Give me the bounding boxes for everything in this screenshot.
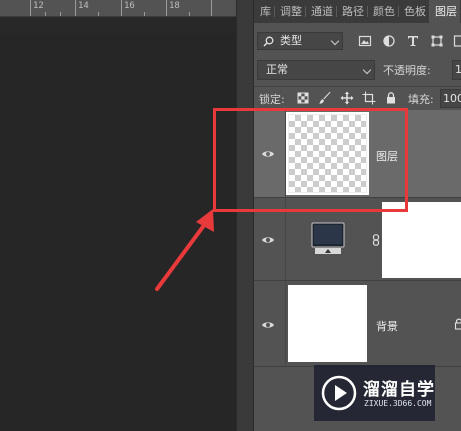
document-canvas-area[interactable]: 12 14 16 18 bbox=[0, 0, 236, 431]
logo-icon bbox=[321, 375, 357, 411]
panel-dock-divider[interactable] bbox=[236, 0, 254, 431]
ruler-tick bbox=[98, 12, 99, 16]
lock-position-icon[interactable] bbox=[340, 91, 354, 105]
lock-transparent-icon[interactable] bbox=[296, 91, 310, 105]
eye-icon[interactable] bbox=[261, 318, 275, 332]
layer-filter-row: 类型 bbox=[254, 29, 461, 53]
layer-mask-thumbnail[interactable] bbox=[382, 202, 461, 278]
type-filter-icon[interactable] bbox=[406, 34, 420, 48]
ruler-tick bbox=[30, 0, 31, 16]
smart-object-filter-icon[interactable] bbox=[453, 34, 461, 48]
watermark-title: 溜溜自学 bbox=[363, 380, 435, 400]
canvas[interactable] bbox=[0, 33, 236, 431]
panel-tab-bar: 库调整 通道 路径 颜色 色板 图层 bbox=[254, 0, 461, 23]
lock-label: 锁定: bbox=[259, 93, 285, 106]
image-filter-icon[interactable] bbox=[358, 34, 372, 48]
ruler-tick-label: 12 bbox=[33, 1, 44, 11]
watermark: 溜溜自学 ZIXUE.3D66.COM bbox=[314, 365, 435, 421]
ruler-tick bbox=[60, 12, 61, 16]
lock-icon[interactable] bbox=[453, 318, 461, 330]
tab-layers[interactable]: 图层 bbox=[429, 0, 460, 23]
ruler-tick bbox=[45, 12, 46, 16]
filter-kind-label: 类型 bbox=[280, 34, 302, 47]
shape-filter-icon[interactable] bbox=[430, 34, 444, 48]
fill-input[interactable]: 100 bbox=[440, 89, 461, 108]
blend-mode-select[interactable]: 正常 bbox=[257, 60, 375, 80]
visibility-column bbox=[254, 281, 286, 366]
chevron-down-icon bbox=[362, 65, 372, 75]
lock-row: 锁定: 填充: 100 bbox=[254, 86, 461, 109]
search-icon bbox=[263, 36, 274, 47]
ruler-tick bbox=[121, 0, 122, 16]
lock-paint-icon[interactable] bbox=[318, 91, 332, 105]
adjustment-filter-icon[interactable] bbox=[382, 34, 396, 48]
blend-mode-value: 正常 bbox=[266, 63, 288, 76]
ruler-tick-label: 16 bbox=[124, 1, 135, 11]
link-icon[interactable] bbox=[370, 234, 382, 246]
ruler-tick bbox=[211, 0, 212, 16]
annotation-highlight-box bbox=[213, 108, 408, 212]
tab-color[interactable]: 颜色 bbox=[367, 0, 398, 23]
layer-row[interactable]: 背景 bbox=[254, 281, 461, 367]
tab-libraries[interactable]: 库 bbox=[254, 0, 274, 23]
filter-kind-select[interactable]: 类型 bbox=[257, 32, 343, 50]
opacity-input[interactable]: 100 bbox=[452, 60, 461, 80]
chevron-down-icon bbox=[330, 36, 340, 46]
ruler-tick bbox=[75, 0, 76, 16]
ruler-tick bbox=[189, 12, 190, 16]
tab-channels[interactable]: 通道 bbox=[305, 0, 336, 23]
horizontal-ruler[interactable]: 12 14 16 18 bbox=[0, 0, 236, 17]
watermark-subtitle: ZIXUE.3D66.COM bbox=[364, 399, 432, 408]
ruler-tick bbox=[166, 0, 167, 16]
lock-all-icon[interactable] bbox=[384, 91, 398, 105]
blend-mode-row: 正常 不透明度: 100 bbox=[254, 58, 461, 82]
layer-name[interactable]: 背景 bbox=[376, 318, 398, 334]
lock-artboard-icon[interactable] bbox=[362, 91, 376, 105]
tab-paths[interactable]: 路径 bbox=[336, 0, 367, 23]
layer-thumbnail[interactable] bbox=[288, 285, 367, 362]
opacity-label: 不透明度: bbox=[383, 64, 431, 77]
ruler-tick bbox=[144, 12, 145, 16]
eye-icon[interactable] bbox=[261, 233, 275, 247]
ruler-tick-label: 18 bbox=[169, 1, 180, 11]
monitor-icon[interactable] bbox=[311, 222, 345, 256]
fill-label: 填充: bbox=[408, 93, 434, 106]
tab-adjustments[interactable]: 调整 bbox=[274, 0, 305, 23]
ruler-tick-label: 14 bbox=[78, 1, 89, 11]
tab-swatches[interactable]: 色板 bbox=[398, 0, 429, 23]
